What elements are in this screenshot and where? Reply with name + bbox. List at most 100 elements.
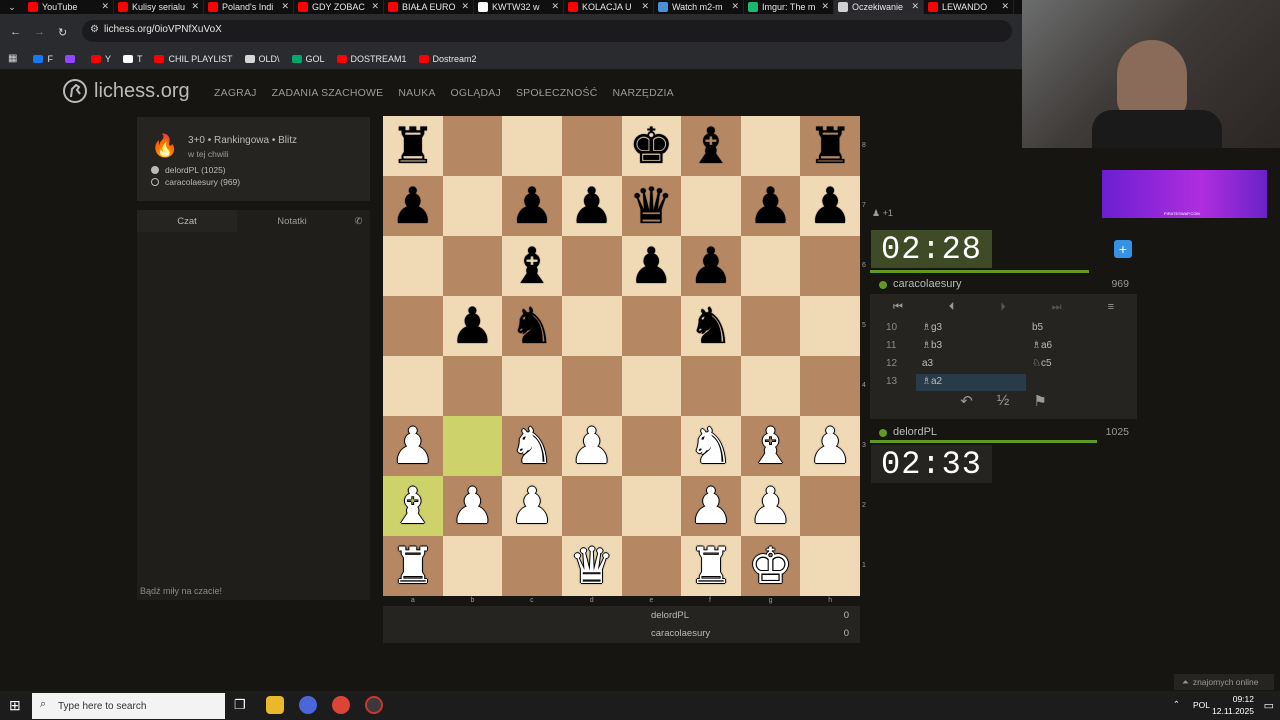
white-move[interactable]: ♗g3: [922, 322, 942, 333]
white-player-link[interactable]: delordPL (1025): [151, 165, 226, 175]
square-f4[interactable]: [681, 356, 741, 416]
browser-tab[interactable]: Poland's Indi ✕: [204, 0, 294, 14]
square-f1[interactable]: ♜: [681, 536, 741, 596]
tab-close-icon[interactable]: ✕: [641, 1, 649, 12]
browser-tab[interactable]: BIAŁA EURO ✕: [384, 0, 474, 14]
offer-draw-button[interactable]: ½: [997, 392, 1010, 414]
square-h3[interactable]: ♟: [800, 416, 860, 476]
square-a8[interactable]: ♜: [383, 116, 443, 176]
black-pawn[interactable]: ♟: [689, 236, 734, 296]
square-g7[interactable]: ♟: [740, 176, 801, 236]
square-h8[interactable]: ♜: [800, 116, 860, 176]
square-b2[interactable]: ♟: [442, 476, 503, 536]
square-f6[interactable]: ♟: [681, 236, 741, 296]
browser-tab[interactable]: Kulisy serialu ✕: [114, 0, 204, 14]
black-move[interactable]: ♘c5: [1032, 358, 1052, 369]
language[interactable]: POL: [1193, 700, 1210, 710]
top-player[interactable]: caracolaesury 969: [870, 276, 1137, 294]
black-pawn[interactable]: ♟: [450, 296, 495, 356]
square-d3[interactable]: ♟: [561, 416, 622, 476]
nav-item[interactable]: OGLĄDAJ: [451, 87, 501, 99]
black-rook[interactable]: ♜: [390, 116, 435, 176]
square-c8[interactable]: [502, 116, 562, 176]
browser-tab[interactable]: Imgur: The m ✕: [744, 0, 834, 14]
black-bishop[interactable]: ♝: [689, 116, 734, 176]
obs-icon[interactable]: [365, 696, 383, 714]
white-bishop[interactable]: ♝: [390, 476, 435, 536]
tab-close-icon[interactable]: ✕: [821, 1, 829, 12]
add-button[interactable]: +: [1114, 240, 1132, 258]
black-pawn[interactable]: ♟: [808, 176, 853, 236]
sponsor-banner[interactable]: PIRATESWAP.COM: [1102, 170, 1267, 218]
square-f5[interactable]: ♞: [681, 296, 741, 356]
notifications-icon[interactable]: ▭: [1264, 699, 1274, 712]
square-c2[interactable]: ♟: [502, 476, 562, 536]
square-d4[interactable]: [561, 356, 622, 416]
square-f2[interactable]: ♟: [681, 476, 741, 536]
nav-item[interactable]: ZAGRAJ: [214, 87, 257, 99]
square-g8[interactable]: [740, 116, 801, 176]
bookmark-item[interactable]: DOSTREAM1: [336, 54, 407, 64]
back-icon[interactable]: ←: [10, 26, 21, 38]
tab-notes[interactable]: Notatki: [237, 210, 347, 232]
white-move[interactable]: ♗a2: [922, 376, 942, 387]
tab-close-icon[interactable]: ✕: [461, 1, 469, 12]
bookmark-item[interactable]: Dostream2: [418, 54, 477, 64]
square-h4[interactable]: [800, 356, 860, 416]
square-b5[interactable]: ♟: [442, 296, 503, 356]
square-b7[interactable]: [442, 176, 503, 236]
square-h5[interactable]: [800, 296, 860, 356]
next-move-icon[interactable]: ⏵: [1000, 301, 1006, 314]
square-f8[interactable]: ♝: [681, 116, 741, 176]
square-a1[interactable]: ♜: [383, 536, 443, 596]
taskbar-search[interactable]: ⌕ Type here to search: [32, 693, 225, 719]
menu-icon[interactable]: ≡: [1108, 301, 1114, 313]
tab-close-icon[interactable]: ✕: [1001, 1, 1009, 12]
tray-chevron-icon[interactable]: ⌃: [1173, 699, 1180, 710]
tab-close-icon[interactable]: ✕: [731, 1, 739, 12]
white-pawn[interactable]: ♟: [390, 416, 435, 476]
square-e6[interactable]: ♟: [621, 236, 682, 296]
nav-item[interactable]: NARZĘDZIA: [613, 87, 674, 99]
chrome-icon[interactable]: [332, 696, 350, 714]
white-move[interactable]: a3: [922, 358, 933, 369]
square-e1[interactable]: [621, 536, 682, 596]
square-c4[interactable]: [502, 356, 562, 416]
forward-icon[interactable]: →: [34, 26, 45, 38]
square-b1[interactable]: [442, 536, 503, 596]
black-move[interactable]: ♗a6: [1032, 340, 1052, 351]
black-move[interactable]: b5: [1032, 322, 1043, 333]
square-b8[interactable]: [442, 116, 503, 176]
bookmark-item[interactable]: F: [33, 54, 53, 64]
apps-grid-icon[interactable]: ▦: [8, 53, 17, 64]
nav-item[interactable]: ZADANIA SZACHOWE: [272, 87, 384, 99]
square-e8[interactable]: ♚: [621, 116, 682, 176]
app-icon[interactable]: [299, 696, 317, 714]
windows-start-icon[interactable]: ⊞: [9, 697, 21, 714]
tab-close-icon[interactable]: ✕: [281, 1, 289, 12]
square-g4[interactable]: [740, 356, 801, 416]
square-d2[interactable]: [561, 476, 622, 536]
black-pawn[interactable]: ♟: [510, 176, 555, 236]
tab-close-icon[interactable]: ✕: [101, 1, 109, 12]
white-king[interactable]: ♚: [748, 536, 793, 596]
square-g3[interactable]: ♝: [740, 416, 801, 476]
square-c6[interactable]: ♝: [502, 236, 562, 296]
square-d8[interactable]: [561, 116, 622, 176]
phone-icon[interactable]: ✆: [347, 210, 370, 232]
square-a3[interactable]: ♟: [383, 416, 443, 476]
tab-close-icon[interactable]: ✕: [551, 1, 559, 12]
square-a2[interactable]: ♝: [383, 476, 443, 536]
black-knight[interactable]: ♞: [689, 296, 734, 356]
friends-online[interactable]: ⏶ znajomych online: [1174, 674, 1274, 690]
square-e5[interactable]: [621, 296, 682, 356]
white-pawn[interactable]: ♟: [510, 476, 555, 536]
square-b4[interactable]: [442, 356, 503, 416]
square-e7[interactable]: ♛: [621, 176, 682, 236]
prev-move-icon[interactable]: ⏴: [949, 301, 955, 314]
white-knight[interactable]: ♞: [689, 416, 734, 476]
browser-tab[interactable]: KWTW32 w ✕: [474, 0, 564, 14]
browser-tab[interactable]: GDY ZOBAC ✕: [294, 0, 384, 14]
first-move-icon[interactable]: ⏮: [893, 301, 903, 314]
chess-board[interactable]: ♜ ♚ ♝ ♜ ♟ ♟ ♟ ♛ ♟ ♟ ♝ ♟ ♟ ♟ ♞ ♞ ♟ ♞ ♟ ♞ ♝ ♟ ♝ ♟ ♟ ♟ ♟ ♜ ♛ ♜ ♚: [383, 116, 860, 596]
